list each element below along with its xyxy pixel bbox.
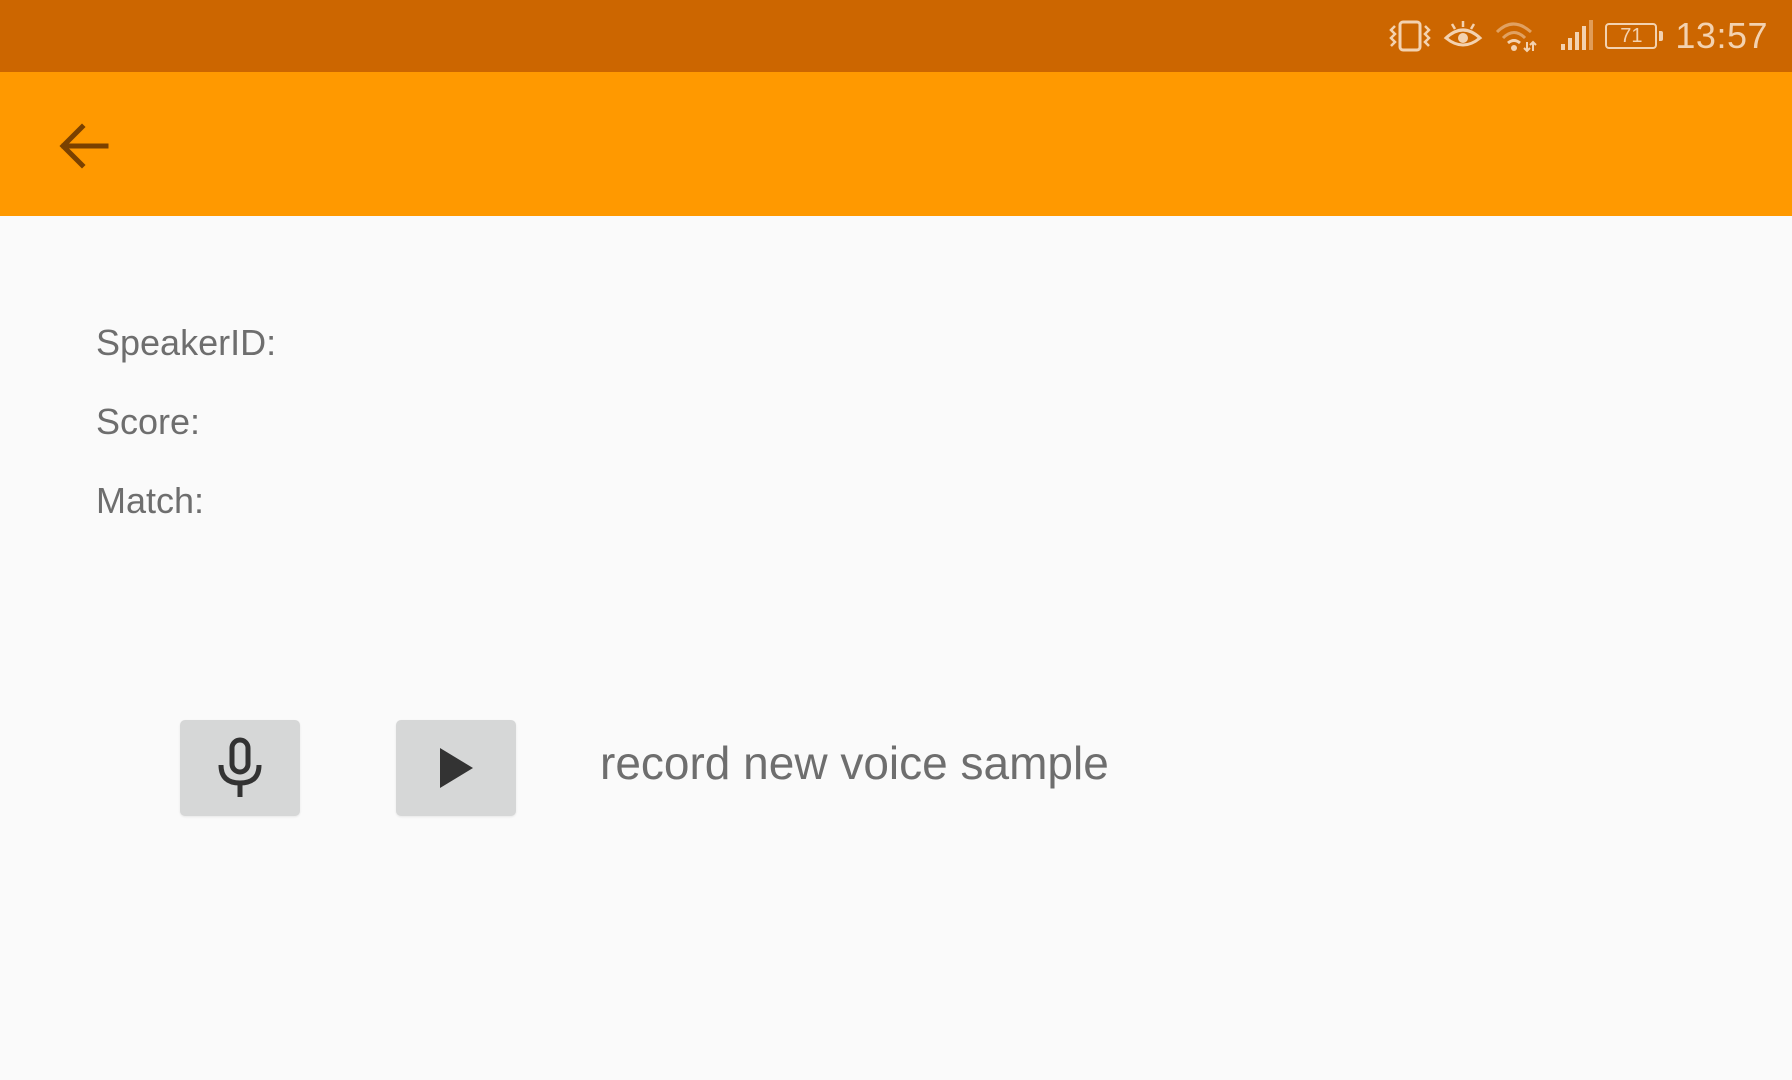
vibrate-icon [1387, 18, 1433, 54]
speaker-id-label: SpeakerID: [96, 322, 277, 363]
play-button[interactable] [396, 720, 516, 816]
app-bar [0, 72, 1792, 216]
eye-comfort-icon [1443, 18, 1483, 54]
match-label: Match: [96, 480, 205, 521]
microphone-icon [218, 737, 262, 797]
battery-indicator: 71 [1605, 23, 1664, 49]
play-icon [440, 748, 473, 788]
score-label: Score: [96, 401, 201, 442]
arrow-back-icon [59, 123, 109, 169]
record-hint-text: record new voice sample [600, 737, 1109, 789]
wifi-icon [1493, 18, 1538, 54]
status-time: 13:57 [1675, 15, 1768, 56]
status-icons: 71 13:57 [1387, 0, 1792, 72]
signal-icon [1559, 18, 1595, 54]
record-button[interactable] [180, 720, 300, 816]
status-bar: 71 13:57 [0, 0, 1792, 72]
back-button[interactable] [48, 110, 120, 182]
